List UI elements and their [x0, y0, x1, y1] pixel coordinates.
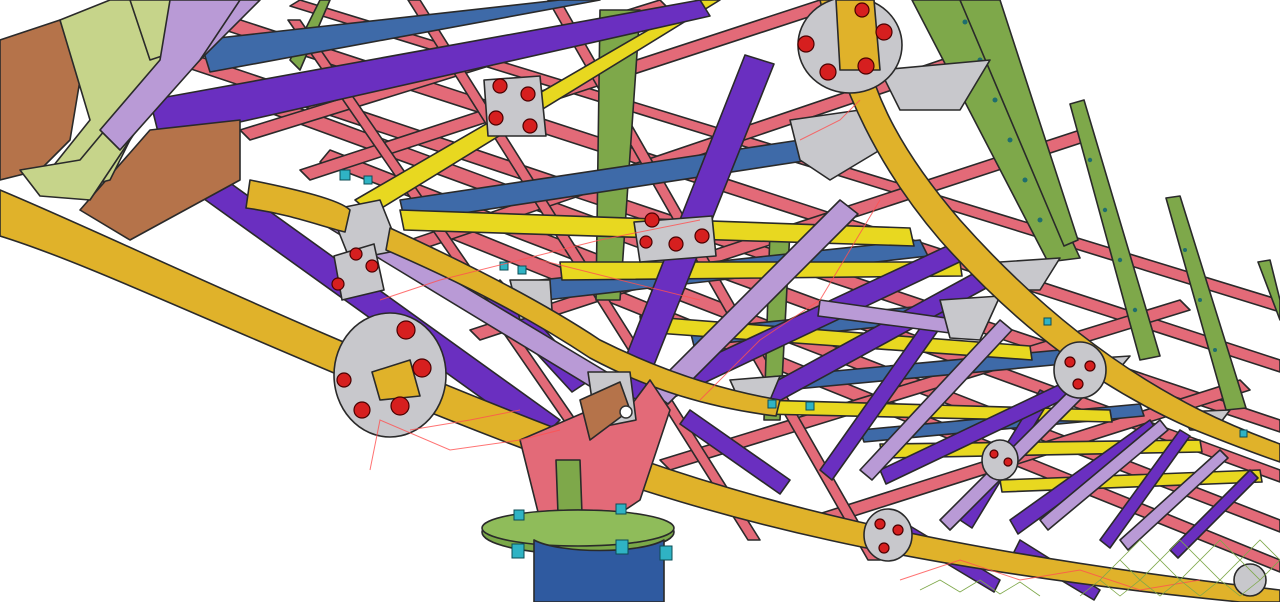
pin-joint [619, 405, 633, 419]
splice-plate-center [633, 212, 717, 263]
splice-plate-upper [483, 75, 547, 137]
splice-plate-left [331, 243, 385, 301]
bolted-flange-left [333, 312, 447, 438]
bolted-flange-mid [863, 508, 913, 562]
column-hub [519, 371, 671, 521]
bolted-flange-right [1053, 341, 1107, 399]
steel-truss-3d-model [0, 0, 1280, 602]
bolted-flange-top [797, 0, 903, 94]
